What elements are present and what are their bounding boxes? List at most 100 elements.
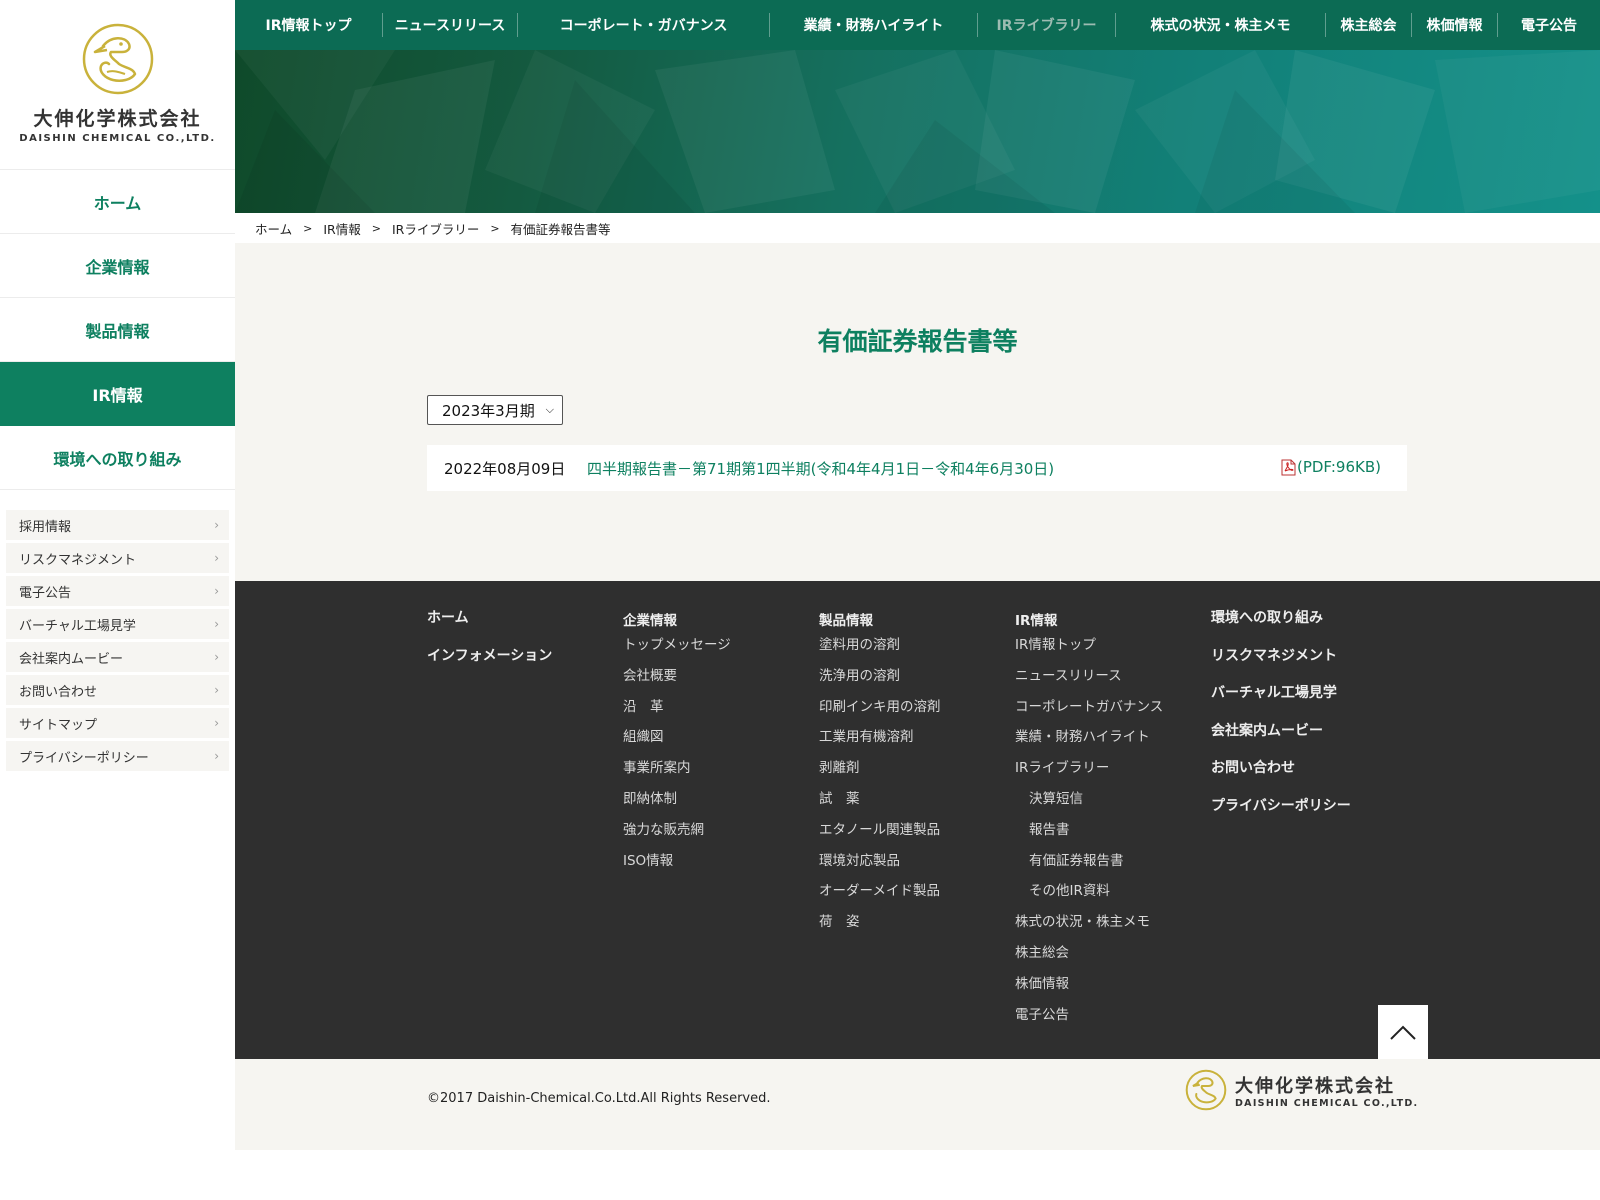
footer-link[interactable]: 剥離剤 (819, 756, 941, 787)
footer-link[interactable]: 電子公告 (1015, 1003, 1163, 1034)
topnav-stock-status[interactable]: 株式の状況・株主メモ (1116, 13, 1326, 37)
topnav-ir-top[interactable]: IR情報トップ (235, 13, 383, 37)
footer-link[interactable]: 工業用有機溶剤 (819, 725, 941, 756)
footer-link[interactable]: 株式の状況・株主メモ (1015, 910, 1163, 941)
subnav-item-virtual-tour[interactable]: バーチャル工場見学 › (6, 609, 229, 639)
footer-link[interactable]: トップメッセージ (623, 633, 731, 664)
footer-link[interactable]: 報告書 (1015, 818, 1163, 849)
subnav-item-privacy[interactable]: プライバシーポリシー › (6, 741, 229, 771)
footer-link[interactable]: 環境対応製品 (819, 849, 941, 880)
pdf-download-link[interactable]: (PDF:96KB) (1281, 458, 1381, 476)
footer-link[interactable]: 強力な販売網 (623, 818, 731, 849)
footer-link[interactable]: 有価証券報告書 (1015, 849, 1163, 880)
footer-col-other: 環境への取り組み リスクマネジメント バーチャル工場見学 会社案内ムービー お問… (1211, 609, 1351, 834)
report-row: 2022年08月09日 四半期報告書－第71期第1四半期(令和4年4月1日－令和… (427, 445, 1407, 491)
topnav-ir-library[interactable]: IRライブラリー (978, 13, 1116, 37)
breadcrumb-home[interactable]: ホーム (255, 219, 292, 238)
footer-link-environment[interactable]: 環境への取り組み (1211, 609, 1351, 647)
subnav-item-contact[interactable]: お問い合わせ › (6, 675, 229, 705)
report-title-link[interactable]: 四半期報告書－第71期第1四半期(令和4年4月1日－令和4年6月30日) (587, 458, 1054, 479)
footer-link[interactable]: 塗料用の溶剤 (819, 633, 941, 664)
breadcrumb-ir-library[interactable]: IRライブラリー (392, 219, 479, 238)
topnav-financial-highlights[interactable]: 業績・財務ハイライト (770, 13, 978, 37)
footer-link[interactable]: エタノール関連製品 (819, 818, 941, 849)
company-name-en: DAISHIN CHEMICAL CO.,LTD. (19, 133, 216, 144)
footer-link[interactable]: コーポレートガバナンス (1015, 695, 1163, 726)
footer-link[interactable]: 株価情報 (1015, 972, 1163, 1003)
topnav-governance[interactable]: コーポレート・ガバナンス (518, 13, 770, 37)
footer-link[interactable]: 決算短信 (1015, 787, 1163, 818)
footer-link[interactable]: ISO情報 (623, 849, 731, 880)
footer-link[interactable]: 沿 革 (623, 695, 731, 726)
subnav-item-e-notice[interactable]: 電子公告 › (6, 576, 229, 606)
chevron-up-icon (1390, 1025, 1416, 1040)
topnav-stock-price[interactable]: 株価情報 (1412, 13, 1498, 37)
footer-link[interactable]: 即納体制 (623, 787, 731, 818)
footer-heading-ir[interactable]: IR情報 (1015, 609, 1163, 629)
hero-banner (235, 50, 1600, 213)
footer-col-home: ホーム インフォメーション (427, 609, 552, 684)
company-name-jp: 大伸化学株式会社 (33, 108, 202, 130)
footer-link[interactable]: 株主総会 (1015, 941, 1163, 972)
footer-link[interactable]: その他IR資料 (1015, 879, 1163, 910)
footer-link-information[interactable]: インフォメーション (427, 647, 552, 685)
footer-link[interactable]: IRライブラリー (1015, 756, 1163, 787)
sidebar-item-ir[interactable]: IR情報 (0, 362, 235, 426)
breadcrumb-separator: > (371, 221, 381, 235)
topnav-shareholders-meeting[interactable]: 株主総会 (1326, 13, 1412, 37)
footer-link-virtual-tour[interactable]: バーチャル工場見学 (1211, 684, 1351, 722)
footer-link-risk[interactable]: リスクマネジメント (1211, 647, 1351, 685)
breadcrumb-ir[interactable]: IR情報 (323, 219, 360, 238)
footer-link[interactable]: 荷 姿 (819, 910, 941, 941)
sidebar-item-home[interactable]: ホーム (0, 170, 235, 234)
pdf-size-label: (PDF:96KB) (1296, 458, 1381, 476)
chevron-down-icon: ⌵ (545, 403, 554, 416)
footer-heading-company[interactable]: 企業情報 (623, 609, 731, 629)
footer-link[interactable]: 事業所案内 (623, 756, 731, 787)
chevron-right-icon: › (214, 518, 219, 532)
sidebar-sub-nav: 採用情報 › リスクマネジメント › 電子公告 › バーチャル工場見学 › 会社案内ムー… (0, 490, 235, 771)
footer-col-ir: IR情報 IR情報トップ ニュースリリース コーポレートガバナンス 業績・財務ハ… (1015, 609, 1163, 1033)
back-to-top-button[interactable] (1378, 1005, 1428, 1059)
footer-link-home[interactable]: ホーム (427, 609, 552, 647)
subnav-item-sitemap[interactable]: サイトマップ › (6, 708, 229, 738)
sidebar-item-company[interactable]: 企業情報 (0, 234, 235, 298)
footer-link[interactable]: 洗浄用の溶剤 (819, 664, 941, 695)
footer-link[interactable]: IR情報トップ (1015, 633, 1163, 664)
footer-link-movie[interactable]: 会社案内ムービー (1211, 722, 1351, 760)
subnav-item-recruit[interactable]: 採用情報 › (6, 510, 229, 540)
footer-link[interactable]: 試 薬 (819, 787, 941, 818)
topnav-e-notice[interactable]: 電子公告 (1498, 13, 1600, 37)
footer-link-contact[interactable]: お問い合わせ (1211, 759, 1351, 797)
footer-company-name-en: DAISHIN CHEMICAL CO.,LTD. (1235, 1097, 1419, 1109)
fiscal-period-select[interactable]: 2023年3月期 ⌵ (427, 395, 563, 425)
breadcrumb: ホーム > IR情報 > IRライブラリー > 有価証券報告書等 (235, 213, 1600, 243)
footer-link[interactable]: ニュースリリース (1015, 664, 1163, 695)
breadcrumb-separator: > (303, 221, 313, 235)
chevron-right-icon: › (214, 683, 219, 697)
subnav-item-movie[interactable]: 会社案内ムービー › (6, 642, 229, 672)
pelican-logo-icon (82, 23, 153, 95)
footer-link[interactable]: 業績・財務ハイライト (1015, 725, 1163, 756)
footer-link[interactable]: オーダーメイド製品 (819, 879, 941, 910)
footer-link-privacy[interactable]: プライバシーポリシー (1211, 797, 1351, 835)
chevron-right-icon: › (214, 617, 219, 631)
footer-link[interactable]: 会社概要 (623, 664, 731, 695)
hero-pattern (235, 50, 1600, 213)
footer-logo[interactable]: 大伸化学株式会社 DAISHIN CHEMICAL CO.,LTD. (1185, 1069, 1418, 1111)
site-footer: ホーム インフォメーション 企業情報 トップメッセージ 会社概要 沿 革 組織図… (235, 581, 1600, 1059)
chevron-right-icon: › (214, 749, 219, 763)
footer-heading-products[interactable]: 製品情報 (819, 609, 941, 629)
footer-link[interactable]: 組織図 (623, 725, 731, 756)
topnav-news-release[interactable]: ニュースリリース (383, 13, 518, 37)
footer-link[interactable]: 印刷インキ用の溶剤 (819, 695, 941, 726)
report-date: 2022年08月09日 (444, 459, 566, 478)
subnav-item-risk[interactable]: リスクマネジメント › (6, 543, 229, 573)
company-logo[interactable]: 大伸化学株式会社 DAISHIN CHEMICAL CO.,LTD. (0, 0, 235, 170)
breadcrumb-current: 有価証券報告書等 (510, 221, 611, 237)
main-content: 有価証券報告書等 2023年3月期 ⌵ 2022年08月09日 四半期報告書－第… (235, 243, 1600, 581)
sidebar-item-environment[interactable]: 環境への取り組み (0, 426, 235, 490)
period-select-value: 2023年3月期 (442, 401, 535, 420)
sidebar-item-products[interactable]: 製品情報 (0, 298, 235, 362)
subnav-label: リスクマネジメント (19, 552, 137, 568)
